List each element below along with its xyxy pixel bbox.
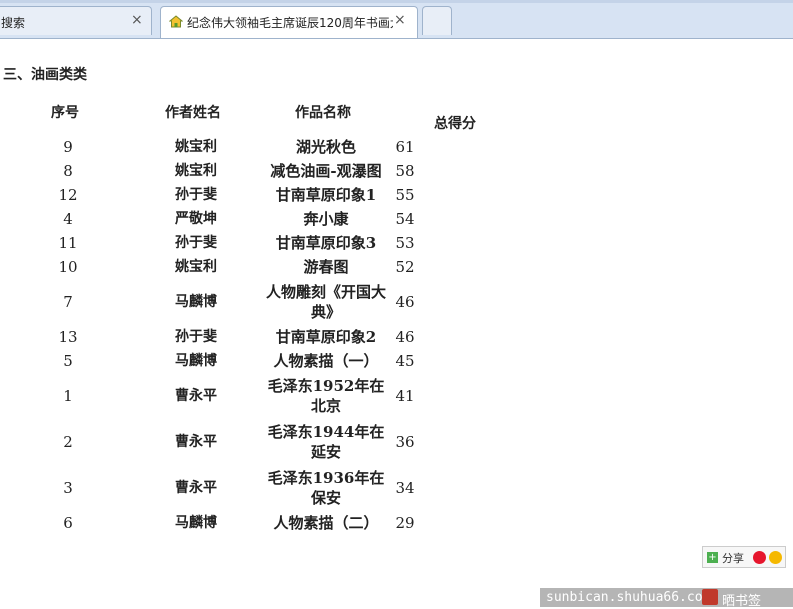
logo-icon (702, 589, 718, 605)
row-author: 马麟博 (175, 515, 217, 531)
column-header-total: 总得分 (434, 116, 476, 132)
row-author: 姚宝利 (175, 163, 217, 179)
weibo-icon[interactable] (753, 551, 766, 564)
row-author: 曹永平 (175, 388, 217, 404)
share-button[interactable]: + 分享 (702, 546, 786, 568)
row-score: 46 (395, 293, 415, 311)
row-score: 36 (395, 433, 415, 451)
row-work: 甘南草原印象1 (275, 186, 377, 204)
row-number: 7 (63, 293, 73, 311)
row-number: 4 (63, 210, 73, 228)
row-number: 12 (58, 186, 78, 204)
tab-contest[interactable]: 纪念伟大领袖毛主席诞辰120周年书画大赛 × (160, 6, 418, 38)
row-work: 奔小康 (303, 210, 349, 228)
row-number: 1 (63, 387, 73, 405)
row-score: 53 (395, 234, 415, 252)
row-score: 45 (395, 352, 415, 370)
new-tab-button[interactable] (422, 6, 452, 35)
row-work: 人物素描（一） (273, 352, 379, 370)
row-work: 毛泽东1944年在延安 (267, 423, 385, 461)
close-icon[interactable]: × (394, 12, 406, 28)
watermark-site: sunbican.shuhua66.com (546, 590, 711, 605)
row-score: 46 (395, 328, 415, 346)
row-number: 13 (58, 328, 78, 346)
row-work: 甘南草原印象3 (275, 234, 377, 252)
tab-title: 搜索 (1, 16, 26, 30)
tab-strip: 搜索 × 纪念伟大领袖毛主席诞辰120周年书画大赛 × (0, 0, 793, 39)
row-author: 曹永平 (175, 434, 217, 450)
tab-strip-edge (0, 0, 793, 3)
row-author: 马麟博 (175, 353, 217, 369)
row-score: 41 (395, 387, 415, 405)
row-author: 姚宝利 (175, 139, 217, 155)
row-number: 11 (58, 234, 78, 252)
tab-search[interactable]: 搜索 × (0, 6, 152, 35)
row-author: 孙于斐 (175, 329, 217, 345)
row-work: 湖光秋色 (295, 138, 356, 156)
share-label: 分享 (722, 552, 744, 565)
home-icon (169, 15, 183, 28)
column-header-work: 作品名称 (295, 105, 351, 121)
row-number: 3 (63, 479, 73, 497)
row-work: 人物雕刻《开国大典》 (265, 283, 386, 321)
row-score: 58 (395, 162, 415, 180)
row-number: 6 (63, 514, 73, 532)
row-score: 34 (395, 479, 415, 497)
row-work: 毛泽东1936年在保安 (267, 469, 385, 507)
plus-icon: + (707, 552, 718, 563)
row-number: 5 (63, 352, 73, 370)
row-number: 10 (58, 258, 78, 276)
row-work: 游春图 (303, 258, 349, 276)
row-score: 52 (395, 258, 415, 276)
row-author: 曹永平 (175, 480, 217, 496)
close-icon[interactable]: × (131, 12, 143, 28)
row-score: 54 (395, 210, 415, 228)
row-score: 61 (395, 138, 415, 156)
row-work: 人物素描（二） (273, 514, 379, 532)
row-number: 9 (63, 138, 73, 156)
column-header-number: 序号 (51, 105, 79, 121)
row-score: 29 (395, 514, 415, 532)
row-work: 甘南草原印象2 (275, 328, 377, 346)
watermark-brand: 晒书签 (722, 594, 762, 609)
row-number: 2 (63, 433, 73, 451)
share-more-icon[interactable] (769, 551, 782, 564)
row-author: 严敬坤 (175, 211, 217, 227)
section-title: 三、油画类类 (3, 67, 87, 83)
row-work: 减色油画-观瀑图 (270, 162, 382, 180)
row-number: 8 (63, 162, 73, 180)
row-author: 孙于斐 (175, 235, 217, 251)
row-work: 毛泽东1952年在北京 (267, 377, 385, 415)
row-author: 马麟博 (175, 294, 217, 310)
tab-title: 纪念伟大领袖毛主席诞辰120周年书画大赛 (187, 16, 393, 30)
row-author: 孙于斐 (175, 187, 217, 203)
watermark: sunbican.shuhua66.com 晒书签 (540, 588, 793, 609)
column-header-author: 作者姓名 (165, 105, 221, 121)
row-author: 姚宝利 (175, 259, 217, 275)
row-score: 55 (395, 186, 415, 204)
